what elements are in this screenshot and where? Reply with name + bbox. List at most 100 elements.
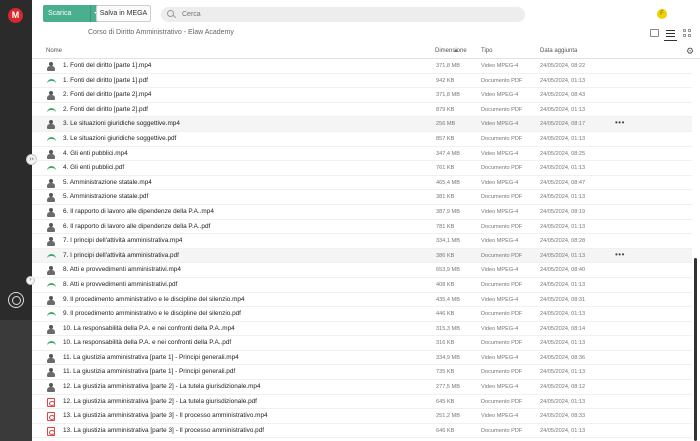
file-type: Documento PDF <box>481 369 523 376</box>
file-size: 646 KB <box>436 427 455 434</box>
table-row[interactable]: 13. La giustizia amministrativa [parte 3… <box>32 424 692 439</box>
document-file-icon <box>47 281 56 290</box>
file-name[interactable]: 3. Le situazioni giuridiche soggettive.p… <box>63 135 176 142</box>
file-name[interactable]: 5. Amministrazione statale.pdf <box>63 193 148 200</box>
file-name[interactable]: 9. Il procedimento amministrativo e le d… <box>63 310 241 317</box>
date-added: 24/05/2024, 01:13 <box>540 135 586 142</box>
table-row[interactable]: 3. Le situazioni giuridiche soggettive.m… <box>32 117 692 132</box>
table-row[interactable]: 10. La responsabilità della P.A. e nei c… <box>32 336 692 351</box>
download-button[interactable]: Scarica <box>43 5 90 22</box>
date-added: 24/05/2024, 01:13 <box>540 427 586 434</box>
video-file-icon <box>47 178 55 188</box>
table-row[interactable]: 4. Gli enti pubblici.mp4 347,4 MB Video MP… <box>32 147 692 162</box>
file-size: 879 KB <box>436 106 455 113</box>
file-name[interactable]: 4. Gli enti pubblici.mp4 <box>63 150 128 157</box>
file-name[interactable]: 11. La giustizia amministrativa [parte 1… <box>63 368 235 375</box>
table-row[interactable]: 5. Amministrazione statale.pdf 381 KB Docu… <box>32 190 692 205</box>
file-name[interactable]: 12. La giustizia amministrativa [parte 2… <box>63 398 257 405</box>
file-name[interactable]: 2. Fonti del diritto [parte 2].pdf <box>63 106 148 113</box>
file-type: Video MPEG-4 <box>481 121 519 128</box>
document-file-icon <box>47 310 56 319</box>
grid-view-icon[interactable] <box>683 29 692 37</box>
date-added: 24/05/2024, 08:40 <box>540 267 586 274</box>
table-row[interactable]: 10. La responsabilità della P.A. e nei c… <box>32 322 692 337</box>
gallery-view-icon[interactable] <box>650 29 659 37</box>
file-type: Documento PDF <box>481 106 523 113</box>
search-input[interactable] <box>161 7 525 22</box>
table-row[interactable]: 7. I principi dell'attività amministrati… <box>32 234 692 249</box>
file-name[interactable]: 3. Le situazioni giuridiche soggettive.m… <box>63 120 180 127</box>
file-name[interactable]: 6. Il rapporto di lavoro alle dipendenze… <box>63 208 214 215</box>
file-type: Documento PDF <box>481 223 523 230</box>
file-name[interactable]: 13. La giustizia amministrativa [parte 3… <box>63 412 268 419</box>
file-name[interactable]: 8. Atti e provvedimenti amministrativi.p… <box>63 281 177 288</box>
avatar[interactable]: F <box>657 9 667 19</box>
table-row[interactable]: 2. Fonti del diritto [parte 2].pdf 879 KB… <box>32 103 692 118</box>
date-added: 24/05/2024, 01:13 <box>540 165 586 172</box>
table-row[interactable]: 5. Amministrazione statale.mp4 465,4 MB Vi… <box>32 176 692 191</box>
date-added: 24/05/2024, 01:13 <box>540 77 586 84</box>
table-row[interactable]: 9. Il procedimento amministrativo e le d… <box>32 293 692 308</box>
file-name[interactable]: 4. Gli enti pubblici.pdf <box>63 164 124 171</box>
date-added: 24/05/2024, 08:12 <box>540 384 586 391</box>
file-type: Video MPEG-4 <box>481 267 519 274</box>
file-name[interactable]: 8. Atti e provvedimenti amministrativi.m… <box>63 266 181 273</box>
file-type: Documento PDF <box>481 398 523 405</box>
file-size: 446 KB <box>436 311 455 318</box>
table-row[interactable]: 1. Fonti del diritto [parte 1].pdf 942 KB… <box>32 74 692 89</box>
table-row[interactable]: 6. Il rapporto di lavoro alle dipendenze… <box>32 220 692 235</box>
table-row[interactable]: 7. I principi dell'attività amministrati… <box>32 248 692 264</box>
file-name[interactable]: 13. La giustizia amministrativa [parte 3… <box>63 427 264 434</box>
column-header-name[interactable]: Nome <box>46 48 62 54</box>
more-options-icon[interactable]: ••• <box>615 118 625 127</box>
file-name[interactable]: 7. I principi dell'attività amministrati… <box>63 252 179 259</box>
table-row[interactable]: 13. La giustizia amministrativa [parte 3… <box>32 409 692 424</box>
date-added: 24/05/2024, 01:13 <box>540 398 586 405</box>
video-file-icon <box>47 149 55 159</box>
file-size: 761 KB <box>436 165 455 172</box>
file-name[interactable]: 10. La responsabilità della P.A. e nei c… <box>63 339 231 346</box>
mega-logo-icon[interactable]: M <box>8 8 23 23</box>
top-toolbar: Scarica Salva in MEGA F <box>32 0 700 28</box>
save-to-mega-button[interactable]: Salva in MEGA <box>96 5 151 22</box>
table-row[interactable]: 12. La giustizia amministrativa [parte 2… <box>32 380 692 395</box>
file-name[interactable]: 1. Fonti del diritto [parte 1].mp4 <box>63 62 151 69</box>
gear-icon[interactable]: ⚙ <box>686 45 694 57</box>
video-file-icon <box>47 91 55 101</box>
file-name[interactable]: 12. La giustizia amministrativa [parte 2… <box>63 383 261 390</box>
transfer-manager-icon[interactable] <box>8 292 24 308</box>
column-header-date[interactable]: Data aggiunta <box>540 48 577 54</box>
table-row[interactable]: 8. Atti e provvedimenti amministrativi.m… <box>32 263 692 278</box>
table-row[interactable]: 11. La giustizia amministrativa [parte 1… <box>32 351 692 366</box>
file-name[interactable]: 9. Il procedimento amministrativo e le d… <box>63 296 245 303</box>
file-name[interactable]: 5. Amministrazione statale.mp4 <box>63 179 152 186</box>
file-type: Documento PDF <box>481 135 523 142</box>
document-file-icon <box>47 135 56 144</box>
column-header-type[interactable]: Tipo <box>481 48 492 54</box>
table-row[interactable]: 1. Fonti del diritto [parte 1].mp4 371,8 … <box>32 59 692 74</box>
file-size: 371,8 MB <box>436 63 460 69</box>
table-row[interactable]: 12. La giustizia amministrativa [parte 2… <box>32 395 692 410</box>
scrollbar[interactable] <box>694 258 697 441</box>
more-options-icon[interactable]: ••• <box>615 250 625 259</box>
file-type: Documento PDF <box>481 194 523 201</box>
table-row[interactable]: 11. La giustizia amministrativa [parte 1… <box>32 365 692 381</box>
file-name[interactable]: 6. Il rapporto di lavoro alle dipendenze… <box>63 223 210 230</box>
file-name[interactable]: 7. I principi dell'attività amministrati… <box>63 237 183 244</box>
table-row[interactable]: 2. Fonti del diritto [parte 2].mp4 371,8 … <box>32 88 692 103</box>
file-size: 256 MB <box>436 121 456 128</box>
table-row[interactable]: 4. Gli enti pubblici.pdf 761 KB Documento … <box>32 161 692 176</box>
list-view-icon[interactable] <box>666 29 675 38</box>
table-row[interactable]: 9. Il procedimento amministrativo e le d… <box>32 307 692 322</box>
sidebar-footer <box>0 320 32 441</box>
table-row[interactable]: 3. Le situazioni giuridiche soggettive.p… <box>32 132 692 147</box>
table-row[interactable]: 8. Atti e provvedimenti amministrativi.p… <box>32 278 692 293</box>
file-name[interactable]: 1. Fonti del diritto [parte 1].pdf <box>63 77 148 84</box>
table-row[interactable]: 6. Il rapporto di lavoro alle dipendenze… <box>32 205 692 220</box>
file-name[interactable]: 2. Fonti del diritto [parte 2].mp4 <box>63 91 151 98</box>
column-header-size[interactable]: Dimensione <box>435 48 467 54</box>
file-name[interactable]: 10. La responsabilità della P.A. e nei c… <box>63 325 235 332</box>
file-name[interactable]: 11. La giustizia amministrativa [parte 1… <box>63 354 239 361</box>
file-size: 465,4 MB <box>436 179 460 186</box>
video-file-icon <box>47 383 55 393</box>
